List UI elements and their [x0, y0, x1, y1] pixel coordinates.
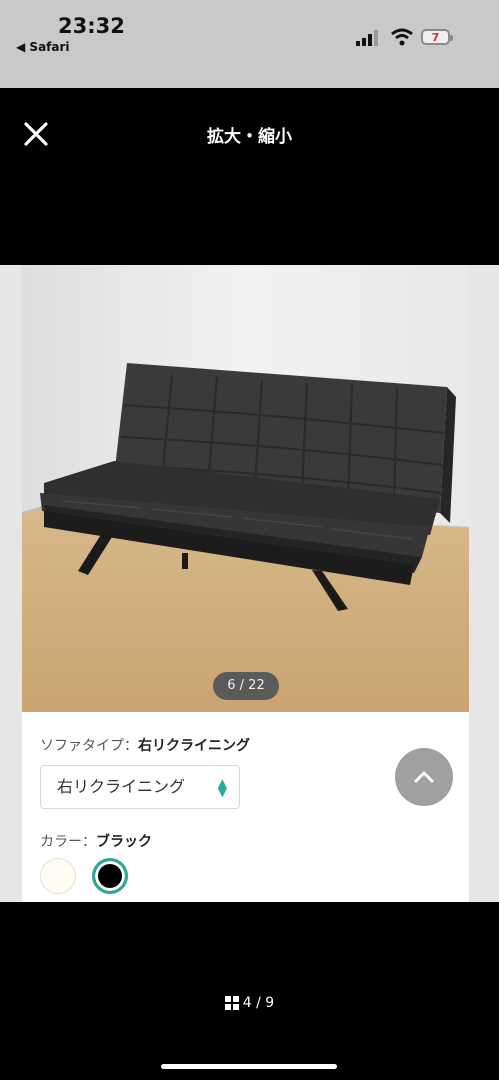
select-value: 右リクライニング — [57, 777, 186, 796]
zoomed-page[interactable]: 6 / 22 ソファタイプ：右リクライニング 右リクライニング ▲ ▼ カラー：ブ… — [0, 265, 499, 902]
battery-icon: 7 — [421, 29, 453, 45]
select-arrows-icon: ▲ ▼ — [217, 775, 227, 799]
color-swatch-white[interactable] — [40, 858, 76, 894]
status-time: 23:32 — [58, 14, 125, 38]
page-indicator: 4 / 9 — [0, 995, 499, 1011]
sofa-type-select[interactable]: 右リクライニング ▲ ▼ — [40, 765, 240, 809]
color-row: カラー：ブラック — [40, 831, 152, 851]
color-value: ブラック — [96, 834, 152, 850]
back-to-app-link[interactable]: ◀ Safari — [16, 40, 70, 54]
back-triangle-icon: ◀ — [16, 40, 26, 54]
signal-icon — [356, 30, 378, 46]
sofa-type-row: ソファタイプ：右リクライニング — [40, 735, 250, 755]
content-scroll-indicator — [166, 897, 326, 901]
color-swatch-black[interactable] — [92, 858, 128, 894]
color-label: カラー： — [40, 834, 96, 850]
image-counter: 6 / 22 — [213, 672, 279, 700]
grid-icon[interactable] — [224, 996, 239, 1010]
sofa-type-label: ソファタイプ： — [40, 738, 138, 754]
product-image[interactable] — [22, 265, 469, 712]
back-app-label: Safari — [29, 40, 70, 54]
home-indicator[interactable] — [161, 1064, 337, 1069]
scroll-to-top-button[interactable] — [395, 748, 453, 806]
wifi-icon — [391, 28, 413, 46]
page-indicator-text: 4 / 9 — [242, 995, 275, 1011]
sheet-title: 拡大・縮小 — [207, 127, 292, 147]
status-bar: 23:32 ◀ Safari 7 — [0, 0, 499, 88]
chevron-up-icon — [414, 771, 434, 783]
battery-level: 7 — [431, 30, 440, 44]
sofa-type-value: 右リクライニング — [138, 738, 250, 754]
